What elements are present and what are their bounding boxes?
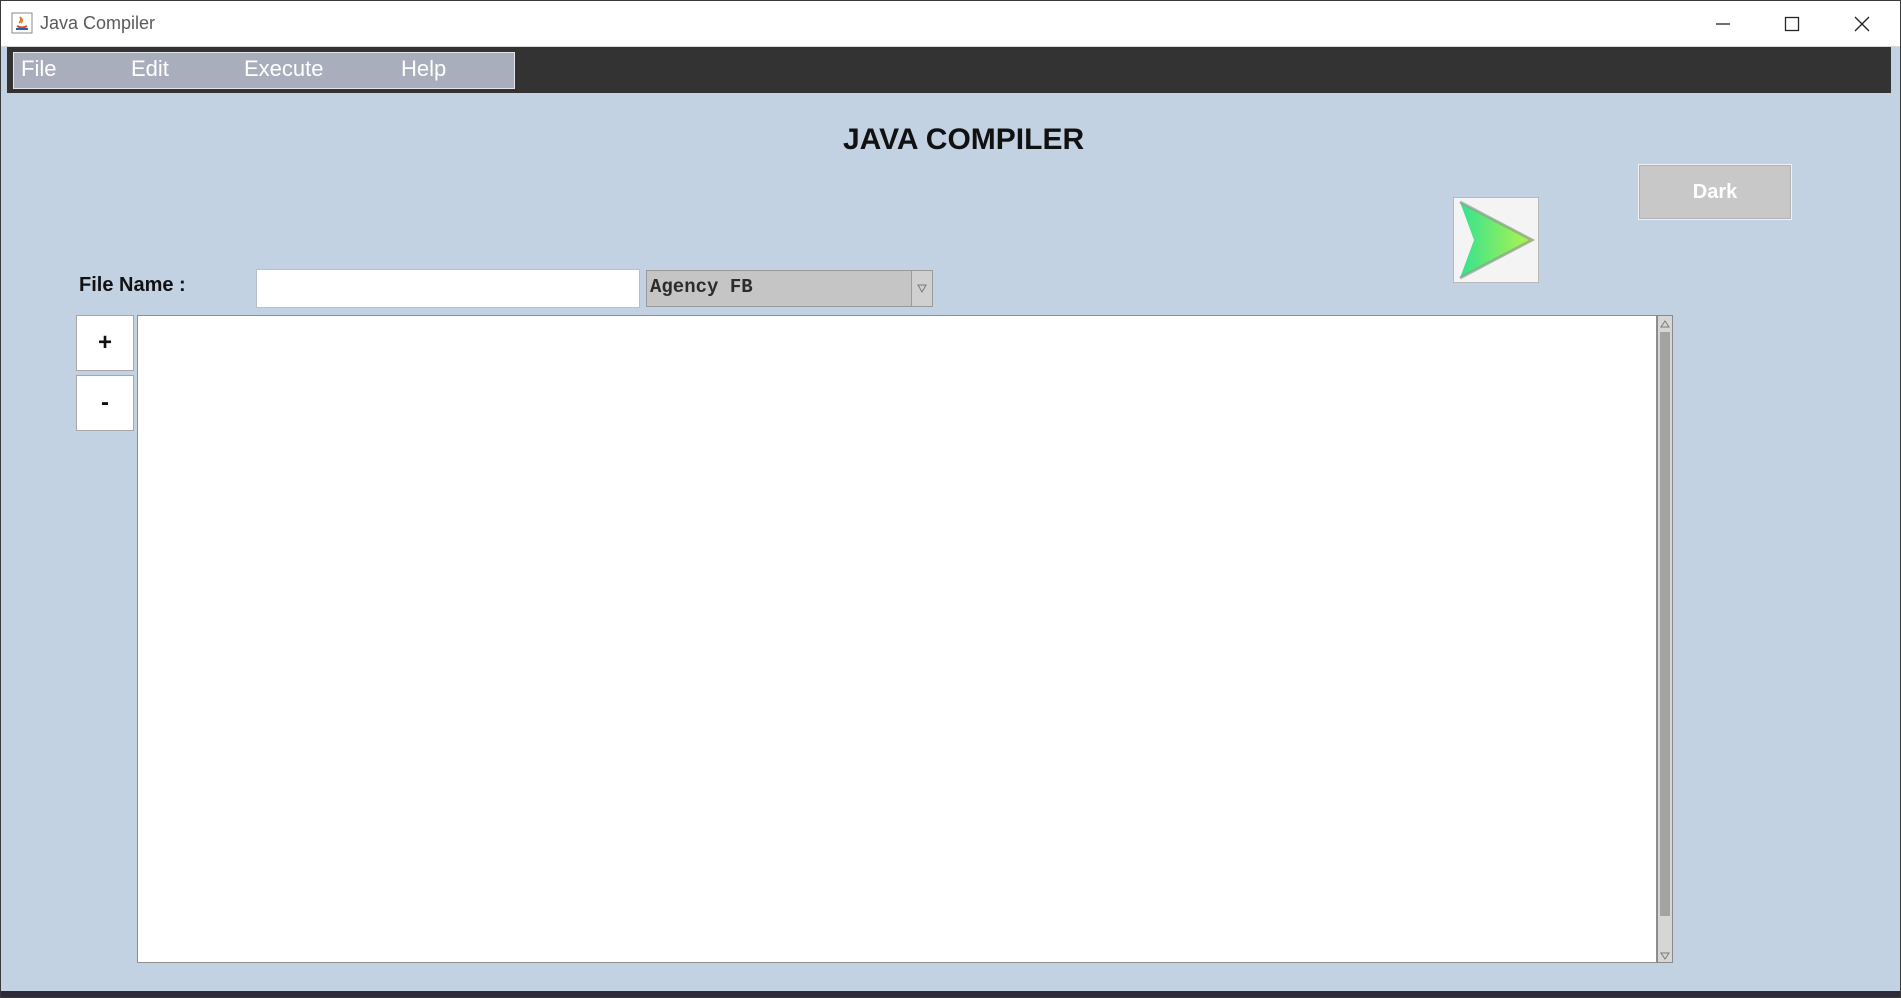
- scroll-up-icon[interactable]: [1659, 317, 1671, 329]
- menu-edit[interactable]: Edit: [131, 56, 169, 82]
- dark-mode-button[interactable]: Dark: [1638, 164, 1792, 220]
- minimize-icon: [1716, 23, 1730, 25]
- java-icon: [11, 12, 33, 34]
- window-bottom-edge: [1, 991, 1900, 997]
- scroll-down-icon[interactable]: [1659, 949, 1671, 961]
- editor-scrollbar[interactable]: [1657, 315, 1673, 963]
- menu-file[interactable]: File: [21, 56, 56, 82]
- page-title: JAVA COMPILER: [843, 123, 1085, 156]
- zoom-out-button[interactable]: -: [76, 375, 134, 431]
- file-name-input[interactable]: [256, 269, 640, 308]
- play-icon: [1459, 200, 1536, 280]
- menu-execute[interactable]: Execute: [244, 56, 324, 82]
- chevron-down-icon[interactable]: [911, 271, 932, 306]
- scrollbar-thumb[interactable]: [1660, 332, 1670, 916]
- close-icon: [1854, 16, 1870, 32]
- code-editor[interactable]: [137, 315, 1657, 963]
- menu-help[interactable]: Help: [401, 56, 446, 82]
- font-select-value: Agency FB: [650, 276, 753, 298]
- maximize-button[interactable]: [1757, 1, 1827, 47]
- minimize-button[interactable]: [1688, 1, 1758, 47]
- file-name-label: File Name :: [79, 274, 186, 296]
- maximize-icon: [1784, 16, 1800, 32]
- title-bar: Java Compiler: [1, 1, 1900, 47]
- app-window: Java Compiler File Edit Execute Help JAV…: [0, 0, 1901, 998]
- window-title: Java Compiler: [40, 13, 156, 33]
- close-button[interactable]: [1827, 1, 1897, 47]
- font-select[interactable]: Agency FB: [646, 270, 933, 307]
- zoom-in-button[interactable]: +: [76, 315, 134, 371]
- menu-bar: File Edit Execute Help: [13, 52, 515, 89]
- run-button[interactable]: [1453, 197, 1539, 283]
